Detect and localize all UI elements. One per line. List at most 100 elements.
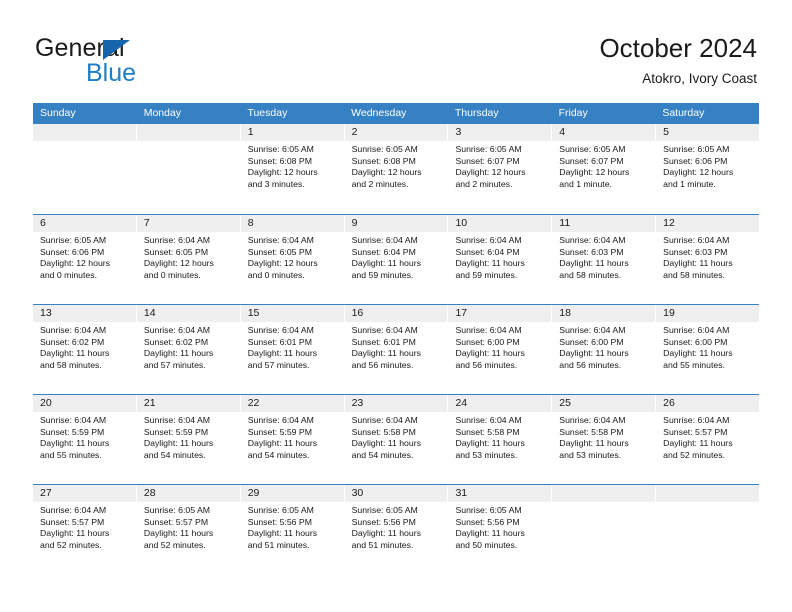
day-number: 3 (455, 126, 462, 138)
page-header: General Blue October 2024 Atokro, Ivory … (0, 0, 792, 98)
day-detail-line: Daylight: 11 hours (663, 258, 733, 269)
day-detail-line: Sunrise: 6:05 AM (455, 144, 522, 154)
day-detail-line: and 54 minutes. (247, 449, 310, 460)
day-number-band: 7 (136, 215, 240, 232)
day-cell-8[interactable]: 8 Sunrise: 6:04 AM Sunset: 6:05 PM Daylight… (240, 215, 345, 304)
day-detail-line: and 2 minutes. (351, 178, 409, 189)
day-detail-line: Sunset: 5:58 PM (455, 426, 520, 437)
day-detail-line: Daylight: 11 hours (559, 258, 629, 269)
day-cell-18[interactable]: 18 Sunrise: 6:04 AM Sunset: 6:00 PM Dayligh… (552, 305, 657, 394)
day-details: Sunrise: 6:04 AM Sunset: 5:58 PM Daylight:… (345, 412, 448, 461)
calendar-week-row: 20 Sunrise: 6:04 AM Sunset: 5:59 PM Dayligh… (33, 394, 760, 484)
day-details: Sunrise: 6:04 AM Sunset: 6:03 PM Daylight:… (552, 232, 655, 281)
day-cell-13[interactable]: 13 Sunrise: 6:04 AM Sunset: 6:02 PM Dayligh… (33, 305, 137, 394)
day-detail-line: Sunset: 6:00 PM (559, 336, 624, 347)
day-detail-line: Sunset: 5:56 PM (351, 516, 416, 527)
day-detail-line: Daylight: 11 hours (351, 258, 421, 269)
day-detail-line: Sunrise: 6:04 AM (559, 415, 626, 425)
page-title: October 2024 (599, 33, 757, 63)
day-detail-line: Sunset: 6:03 PM (663, 246, 728, 257)
day-number-band: 3 (448, 124, 552, 141)
day-number-band: 31 (448, 485, 552, 502)
day-number: 6 (40, 217, 46, 229)
day-cell-14[interactable]: 14 Sunrise: 6:04 AM Sunset: 6:02 PM Dayligh… (136, 305, 241, 394)
day-cell-19[interactable]: 19 Sunrise: 6:04 AM Sunset: 6:00 PM Dayligh… (656, 305, 760, 394)
day-detail-line: Sunrise: 6:04 AM (455, 235, 522, 245)
day-detail-line: Sunset: 6:08 PM (351, 155, 416, 166)
day-detail-line: Sunset: 5:57 PM (143, 516, 209, 527)
day-detail-line: Sunrise: 6:05 AM (351, 505, 418, 515)
day-details (33, 141, 136, 144)
day-number-band: 1 (240, 124, 344, 141)
day-cell-9[interactable]: 9 Sunrise: 6:04 AM Sunset: 6:04 PM Daylight… (344, 215, 449, 304)
day-detail-line: Sunset: 6:01 PM (351, 336, 416, 347)
day-cell-2[interactable]: 2 Sunrise: 6:05 AM Sunset: 6:08 PM Daylight… (344, 124, 449, 214)
day-detail-line: and 55 minutes. (663, 359, 725, 370)
day-cell-21[interactable]: 21 Sunrise: 6:04 AM Sunset: 5:59 PM Dayligh… (136, 395, 241, 484)
day-cell-4[interactable]: 4 Sunrise: 6:05 AM Sunset: 6:07 PM Daylight… (552, 124, 657, 214)
day-details: Sunrise: 6:05 AM Sunset: 6:07 PM Daylight:… (448, 141, 551, 190)
day-cell-23[interactable]: 23 Sunrise: 6:04 AM Sunset: 5:58 PM Dayligh… (344, 395, 449, 484)
day-details: Sunrise: 6:04 AM Sunset: 5:57 PM Daylight:… (33, 502, 136, 551)
day-detail-line: and 52 minutes. (40, 539, 102, 550)
day-cell-6[interactable]: 6 Sunrise: 6:05 AM Sunset: 6:06 PM Daylight… (33, 215, 137, 304)
day-cell-1[interactable]: 1 Sunrise: 6:05 AM Sunset: 6:08 PM Daylight… (240, 124, 345, 214)
day-number: 25 (559, 397, 571, 409)
day-number: 22 (247, 397, 260, 409)
day-cell-12[interactable]: 12 Sunrise: 6:04 AM Sunset: 6:03 PM Dayligh… (656, 215, 760, 304)
day-cell-26[interactable]: 26 Sunrise: 6:04 AM Sunset: 5:57 PM Dayligh… (656, 395, 760, 484)
day-detail-line: Sunrise: 6:05 AM (663, 144, 730, 154)
calendar-week-row: 1 Sunrise: 6:05 AM Sunset: 6:08 PM Daylight… (33, 124, 760, 214)
day-cell-7[interactable]: 7 Sunrise: 6:04 AM Sunset: 6:05 PM Daylight… (136, 215, 241, 304)
day-detail-line: Sunrise: 6:04 AM (143, 325, 211, 335)
day-number-band: 19 (656, 305, 760, 322)
day-cell-25[interactable]: 25 Sunrise: 6:04 AM Sunset: 5:58 PM Dayligh… (552, 395, 657, 484)
day-number: 29 (247, 487, 260, 499)
day-details: Sunrise: 6:04 AM Sunset: 6:00 PM Daylight:… (448, 322, 551, 371)
day-detail-line: Daylight: 12 hours (559, 167, 630, 178)
day-number: 13 (40, 307, 52, 319)
day-cell-3[interactable]: 3 Sunrise: 6:05 AM Sunset: 6:07 PM Daylight… (448, 124, 553, 214)
day-number-band: 27 (33, 485, 136, 502)
day-cell-22[interactable]: 22 Sunrise: 6:04 AM Sunset: 5:59 PM Dayligh… (240, 395, 345, 484)
day-cell-31[interactable]: 31 Sunrise: 6:05 AM Sunset: 5:56 PM Dayligh… (448, 485, 553, 574)
day-number-band: 29 (240, 485, 344, 502)
day-detail-line: and 58 minutes. (663, 269, 725, 280)
day-detail-line: Daylight: 11 hours (663, 438, 733, 449)
day-detail-line: Sunset: 6:02 PM (143, 336, 209, 347)
weekday-header-friday: Friday (558, 107, 588, 119)
day-cell-10[interactable]: 10 Sunrise: 6:04 AM Sunset: 6:04 PM Dayligh… (448, 215, 553, 304)
day-detail-line: Sunrise: 6:05 AM (559, 144, 626, 154)
day-detail-line: Daylight: 11 hours (559, 438, 629, 449)
day-cell-5[interactable]: 5 Sunrise: 6:05 AM Sunset: 6:06 PM Daylight… (656, 124, 760, 214)
day-number: 10 (455, 217, 468, 229)
day-cell-27[interactable]: 27 Sunrise: 6:04 AM Sunset: 5:57 PM Dayligh… (33, 485, 137, 574)
day-cell-17[interactable]: 17 Sunrise: 6:04 AM Sunset: 6:00 PM Dayligh… (448, 305, 553, 394)
day-cell-11[interactable]: 11 Sunrise: 6:04 AM Sunset: 6:03 PM Dayligh… (552, 215, 657, 304)
day-cell-16[interactable]: 16 Sunrise: 6:04 AM Sunset: 6:01 PM Dayligh… (344, 305, 449, 394)
day-cell-15[interactable]: 15 Sunrise: 6:04 AM Sunset: 6:01 PM Dayligh… (240, 305, 345, 394)
day-detail-line: Daylight: 11 hours (351, 348, 421, 359)
day-detail-line: Sunrise: 6:04 AM (559, 325, 626, 335)
day-detail-line: and 51 minutes. (247, 539, 310, 550)
day-cell-29[interactable]: 29 Sunrise: 6:05 AM Sunset: 5:56 PM Dayligh… (240, 485, 345, 574)
day-detail-line: Sunrise: 6:05 AM (455, 505, 522, 515)
day-details: Sunrise: 6:05 AM Sunset: 6:08 PM Daylight:… (345, 141, 448, 190)
day-detail-line: Sunset: 6:00 PM (455, 336, 520, 347)
general-blue-logo[interactable]: General Blue (35, 34, 265, 87)
day-cell-28[interactable]: 28 Sunrise: 6:05 AM Sunset: 5:57 PM Dayligh… (136, 485, 241, 574)
day-cell-20[interactable]: 20 Sunrise: 6:04 AM Sunset: 5:59 PM Dayligh… (33, 395, 137, 484)
day-detail-line: Daylight: 12 hours (351, 167, 422, 178)
day-cell-24[interactable]: 24 Sunrise: 6:04 AM Sunset: 5:58 PM Dayligh… (448, 395, 553, 484)
day-details: Sunrise: 6:05 AM Sunset: 6:08 PM Daylight:… (241, 141, 344, 190)
day-number-band: 8 (240, 215, 344, 232)
weekday-header-wednesday: Wednesday (351, 107, 407, 119)
day-detail-line: Sunrise: 6:04 AM (247, 325, 314, 335)
day-number-band: 28 (136, 485, 240, 502)
day-details: Sunrise: 6:04 AM Sunset: 6:01 PM Daylight:… (241, 322, 344, 371)
day-details: Sunrise: 6:05 AM Sunset: 5:56 PM Daylight:… (448, 502, 551, 551)
day-number: 24 (455, 397, 468, 409)
weekday-header-thursday: Thursday (454, 107, 499, 119)
day-detail-line: and 56 minutes. (351, 359, 414, 370)
day-cell-30[interactable]: 30 Sunrise: 6:05 AM Sunset: 5:56 PM Dayligh… (344, 485, 449, 574)
